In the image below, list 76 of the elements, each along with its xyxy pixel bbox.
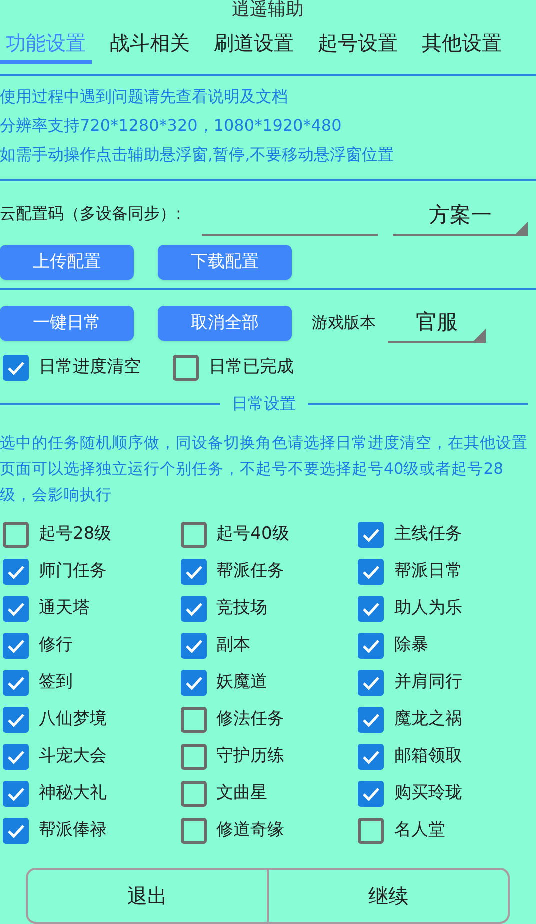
checkbox-label: 签到: [39, 671, 73, 694]
checkbox[interactable]: [180, 670, 207, 696]
checkbox[interactable]: [180, 818, 207, 844]
checkbox[interactable]: [3, 632, 29, 659]
checkbox-label: 起号28级: [39, 523, 112, 546]
checkbox[interactable]: [3, 522, 29, 548]
notice-text: 如需手动操作点击辅助悬浮窗,暂停,不要移动悬浮窗位置: [0, 144, 396, 166]
section-note: 选中的任务随机顺序做，同设备切换角色请选择日常进度清空，在其他设置页面可以选择独立运行个别任务，不起号不要选择起号40级或者起号28级，会影响执行: [0, 433, 529, 506]
checkbox-label: 竞技场: [216, 597, 268, 620]
tab[interactable]: 起号设置: [312, 26, 404, 64]
version-label: 游戏版本: [312, 312, 376, 334]
checkbox-label: 并肩同行: [394, 671, 462, 694]
checkbox-label: 购买玲珑: [394, 782, 462, 806]
checkbox-label: 副本: [216, 634, 251, 658]
checkbox-label: 名人堂: [394, 819, 446, 842]
checkbox[interactable]: [358, 558, 384, 585]
checkbox[interactable]: [180, 706, 207, 733]
checkbox-label: 八仙梦境: [39, 708, 107, 732]
tab[interactable]: 其他设置: [416, 26, 508, 64]
checkbox[interactable]: [358, 706, 384, 733]
version-dropdown[interactable]: 官服: [388, 303, 486, 344]
checkbox[interactable]: [180, 558, 207, 585]
dropdown-caret-icon: [516, 222, 528, 234]
checkbox-label: 斗宠大会: [39, 745, 107, 768]
checkbox[interactable]: [358, 818, 384, 844]
checkbox-label: 日常进度清空: [39, 356, 141, 380]
checkbox[interactable]: [3, 596, 29, 622]
checkbox-label: 帮派俸禄: [39, 819, 107, 842]
checkbox[interactable]: [3, 558, 29, 585]
checkbox-label: 帮派任务: [216, 560, 285, 584]
checkbox-label: 主线任务: [394, 523, 462, 546]
checkbox[interactable]: [180, 632, 207, 659]
checkbox[interactable]: [358, 632, 384, 659]
checkbox[interactable]: [180, 744, 207, 770]
checkbox[interactable]: [358, 596, 384, 622]
footer-button[interactable]: 退出: [28, 870, 267, 922]
checkbox[interactable]: [180, 596, 207, 622]
checkbox[interactable]: [173, 354, 199, 381]
checkbox[interactable]: [180, 780, 207, 807]
checkbox[interactable]: [358, 744, 384, 770]
checkbox-label: 助人为乐: [394, 597, 462, 620]
checkbox[interactable]: [3, 780, 29, 807]
dropdown-caret-icon: [474, 329, 486, 342]
checkbox-label: 魔龙之祸: [394, 708, 462, 732]
checkbox-label: 妖魔道: [216, 671, 268, 694]
field-label: 云配置码（多设备同步）:: [0, 203, 182, 226]
checkbox-label: 日常已完成: [209, 356, 294, 380]
notice-text: 分辨率支持720*1280*320，1080*1920*480: [0, 115, 343, 137]
checkbox[interactable]: [358, 780, 384, 807]
checkbox-label: 帮派日常: [394, 560, 462, 584]
checkbox[interactable]: [3, 706, 29, 733]
checkbox[interactable]: [3, 354, 29, 381]
tab[interactable]: 战斗相关: [104, 26, 196, 64]
checkbox[interactable]: [180, 522, 207, 548]
checkbox-label: 守护历练: [216, 745, 285, 768]
checkbox-label: 修道奇缘: [216, 819, 285, 842]
checkbox[interactable]: [3, 818, 29, 844]
checkbox-label: 邮箱领取: [394, 745, 462, 768]
checkbox-label: 通天塔: [39, 597, 90, 620]
checkbox-label: 文曲星: [216, 782, 268, 806]
checkbox-label: 修法任务: [216, 708, 285, 732]
footer-button[interactable]: 继续: [267, 870, 508, 922]
section-title: 日常设置: [231, 393, 297, 416]
checkbox-label: 除暴: [394, 634, 428, 658]
checkbox-label: 修行: [39, 634, 73, 658]
checkbox-label: 起号40级: [216, 523, 290, 546]
checkbox-label: 神秘大礼: [39, 782, 107, 806]
notice-text: 使用过程中遇到问题请先查看说明及文档: [0, 86, 289, 108]
window-title: 逍遥辅助: [232, 0, 304, 20]
scheme-dropdown[interactable]: 方案一: [393, 196, 528, 236]
checkbox-label: 师门任务: [39, 560, 107, 584]
checkbox[interactable]: [358, 670, 384, 696]
tab[interactable]: 刷道设置: [208, 26, 300, 64]
checkbox[interactable]: [3, 670, 29, 696]
checkbox[interactable]: [3, 744, 29, 770]
checkbox[interactable]: [358, 522, 384, 548]
